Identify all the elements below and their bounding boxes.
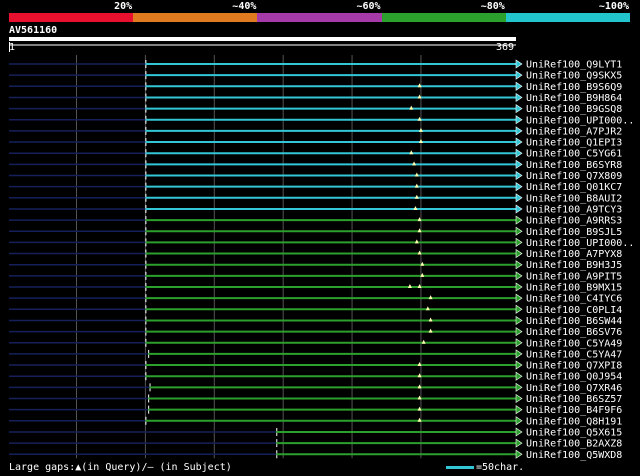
hit-label: UniRef100_B9GSQ8 <box>526 104 622 115</box>
hit-label: UniRef100_B6SW44 <box>526 316 622 327</box>
alignment-arrow <box>515 148 523 158</box>
hit-label: UniRef100_Q7X809 <box>526 171 622 182</box>
hit-label: UniRef100_Q7XPI8 <box>526 361 622 372</box>
scale-label: =50char. <box>476 462 525 473</box>
hit-label: UniRef100_Q9LYT1 <box>526 60 622 71</box>
alignment-arrow <box>515 271 523 281</box>
alignment-arrow <box>515 137 523 147</box>
hit-label: UniRef100_Q5WXD8 <box>526 450 622 461</box>
alignment-arrow <box>515 159 523 169</box>
alignment-arrow <box>515 70 523 80</box>
hit-label: UniRef100_Q01KC7 <box>526 182 622 193</box>
alignment-arrow <box>515 282 523 292</box>
alignment-arrow <box>515 260 523 270</box>
alignment-arrow <box>515 215 523 225</box>
hit-label: UniRef100_C5YA49 <box>526 338 622 349</box>
alignment-arrow <box>515 449 523 459</box>
hit-label: UniRef100_B6SV76 <box>526 327 622 338</box>
scale-swatch <box>446 466 474 469</box>
hit-label: UniRef100_Q1EPI3 <box>526 138 622 149</box>
hit-label: UniRef100_Q8H191 <box>526 416 622 427</box>
hit-label: UniRef100_B9S6Q9 <box>526 82 622 93</box>
hit-label: UniRef100_B9SJL5 <box>526 227 622 238</box>
alignment-arrow <box>515 204 523 214</box>
hit-label: UniRef100_B2AXZ8 <box>526 439 622 450</box>
alignment-arrow <box>515 59 523 69</box>
hit-label: UniRef100_A9PIT5 <box>526 271 622 282</box>
alignment-arrow <box>515 248 523 259</box>
alignment-arrow <box>515 416 523 426</box>
alignment-arrow <box>515 304 523 314</box>
hit-label: UniRef100_C5YG61 <box>526 149 622 160</box>
alignment-arrow <box>515 349 523 359</box>
hit-label: UniRef100_A9RRS3 <box>526 216 622 227</box>
alignment-arrow <box>515 360 523 370</box>
hit-label: UniRef100_B9H864 <box>526 93 622 104</box>
hit-label: UniRef100_A7PYX8 <box>526 249 622 260</box>
hit-label: UniRef100_C0PLI4 <box>526 305 622 316</box>
hit-label: UniRef100_Q0J954 <box>526 372 622 383</box>
alignment-arrow <box>515 315 523 326</box>
alignment-arrow <box>515 193 523 203</box>
scale-legend: =50char. <box>446 462 524 473</box>
alignment-chart: UniRef100_Q9LYT1UniRef100_Q9SKX5UniRef10… <box>9 42 634 461</box>
alignment-arrow <box>515 405 523 415</box>
alignment-arrow <box>515 327 523 337</box>
hit-label: UniRef100_B9H3J5 <box>526 260 622 271</box>
alignment-arrow <box>515 338 523 348</box>
hit-label: UniRef100_B9MX15 <box>526 283 622 294</box>
alignment-arrow <box>515 92 523 103</box>
alignment-arrow <box>515 237 523 247</box>
hit-label: UniRef100_Q9SKX5 <box>526 71 622 82</box>
alignment-arrow <box>515 427 523 437</box>
alignment-arrow <box>515 170 523 181</box>
alignment-arrow <box>515 104 523 114</box>
alignment-arrow <box>515 293 523 303</box>
alignment-arrow <box>515 182 523 192</box>
alignment-arrow <box>515 438 523 448</box>
hit-label: UniRef100_B8AUI2 <box>526 193 622 204</box>
hit-label: UniRef100_Q5X615 <box>526 427 622 438</box>
hit-label: UniRef100_B6SYR8 <box>526 160 622 171</box>
hit-label: UniRef100_A9TCY3 <box>526 204 622 215</box>
hit-label: UniRef100_C4IYC6 <box>526 294 622 305</box>
alignment-arrow <box>515 81 523 91</box>
alignment-arrow <box>515 382 523 392</box>
alignment-arrow <box>515 115 523 125</box>
hit-label: UniRef100_UPI000.. <box>526 115 634 126</box>
hit-label: UniRef100_B6SZ57 <box>526 394 622 405</box>
hit-label: UniRef100_C5YA47 <box>526 349 622 360</box>
hit-label: UniRef100_A7PJR2 <box>526 126 622 137</box>
large-gaps-legend: Large gaps:▲(in Query)/– (in Subject) <box>9 462 232 473</box>
alignment-arrow <box>515 371 523 381</box>
alignment-arrow <box>515 393 523 404</box>
hit-label: UniRef100_Q7XR46 <box>526 383 622 394</box>
alignment-arrow <box>515 226 523 236</box>
hit-label: UniRef100_UPI000.. <box>526 238 634 249</box>
hit-label: UniRef100_B4F9F6 <box>526 405 622 416</box>
alignment-arrow <box>515 126 523 136</box>
